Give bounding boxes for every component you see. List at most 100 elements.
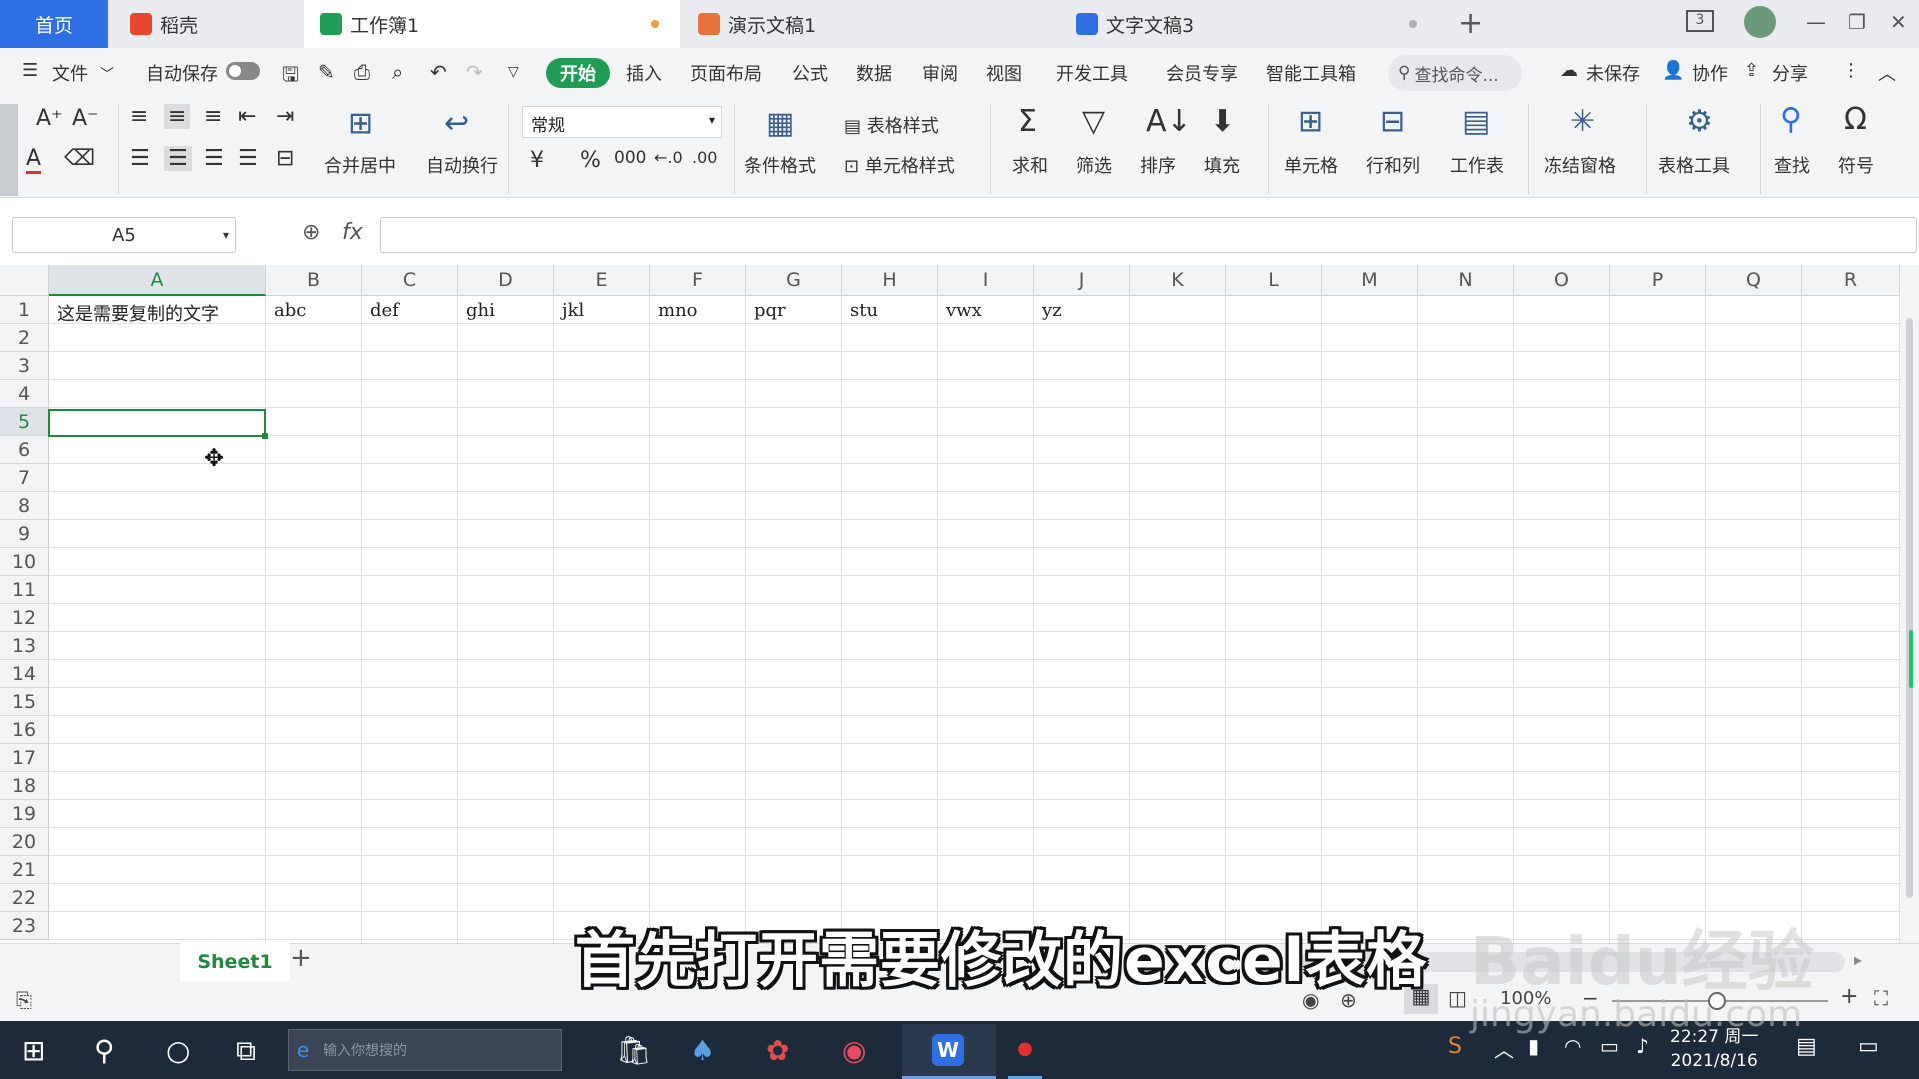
menu-review[interactable]: 审阅: [922, 60, 958, 86]
column-header[interactable]: R: [1802, 265, 1900, 296]
windows-start-icon[interactable]: ⊞: [22, 1034, 45, 1067]
print-icon[interactable]: ⎙: [354, 60, 370, 84]
font-color-icon[interactable]: A: [26, 146, 42, 174]
notepad-icon[interactable]: ▤: [1796, 1034, 1817, 1059]
battery-icon[interactable]: ▭: [1600, 1034, 1619, 1058]
cell[interactable]: stu: [850, 300, 878, 321]
column-header[interactable]: D: [458, 265, 554, 296]
close-icon[interactable]: ✕: [1890, 10, 1907, 34]
increase-decimal-icon[interactable]: ←.0: [654, 148, 683, 167]
fill-button[interactable]: 填充: [1204, 152, 1240, 178]
align-center-icon[interactable]: ☰: [164, 146, 192, 171]
row-header[interactable]: 2: [0, 324, 49, 352]
restore-icon[interactable]: ❐: [1848, 10, 1866, 34]
camera-app-icon[interactable]: ◉: [842, 1034, 866, 1067]
add-sheet-button[interactable]: +: [290, 943, 312, 973]
new-tab-button[interactable]: +: [1458, 6, 1483, 41]
row-header[interactable]: 4: [0, 380, 49, 408]
table-style-button[interactable]: ▤ 表格样式: [844, 112, 939, 138]
sheet-tab-sheet1[interactable]: Sheet1: [180, 943, 290, 981]
column-header[interactable]: J: [1034, 265, 1130, 296]
conditional-format-icon[interactable]: ▦: [766, 106, 794, 141]
font-grow-icon[interactable]: A⁺: [36, 106, 63, 131]
more-icon[interactable]: ⋮: [1842, 60, 1860, 81]
fill-icon[interactable]: ⬇: [1210, 104, 1235, 139]
row-header[interactable]: 9: [0, 520, 49, 548]
align-left-icon[interactable]: ☰: [130, 146, 150, 171]
recorder-icon[interactable]: ●: [1008, 1024, 1042, 1079]
solitaire-icon[interactable]: ♠: [690, 1034, 715, 1067]
menu-file[interactable]: 文件: [52, 60, 88, 86]
function-button[interactable]: fx: [342, 220, 363, 245]
column-header[interactable]: L: [1226, 265, 1322, 296]
spreadsheet-grid[interactable]: [0, 265, 1900, 943]
menu-insert[interactable]: 插入: [626, 60, 662, 86]
row-header[interactable]: 17: [0, 744, 49, 772]
taskbar-search-icon[interactable]: ⚲: [94, 1034, 115, 1067]
table-tools-button[interactable]: 表格工具: [1658, 152, 1730, 178]
row-header[interactable]: 11: [0, 576, 49, 604]
column-header[interactable]: K: [1130, 265, 1226, 296]
vertical-scroll-thumb[interactable]: [1906, 318, 1913, 898]
find-button[interactable]: 查找: [1774, 152, 1810, 178]
menu-data[interactable]: 数据: [856, 60, 892, 86]
row-header[interactable]: 23: [0, 912, 49, 940]
paint-icon[interactable]: ✿: [766, 1034, 789, 1067]
tab-workbook[interactable]: 工作簿1: [304, 0, 680, 48]
cell[interactable]: jkl: [562, 300, 584, 321]
cell[interactable]: ghi: [466, 300, 495, 321]
collapse-ribbon-icon[interactable]: ︿: [1878, 60, 1896, 86]
redo-icon[interactable]: ↷: [466, 60, 483, 84]
avatar[interactable]: [1744, 6, 1776, 38]
sort-button[interactable]: 排序: [1140, 152, 1176, 178]
formula-input[interactable]: [380, 217, 1917, 253]
unsaved-label[interactable]: 未保存: [1586, 60, 1640, 86]
hamburger-icon[interactable]: ☰: [22, 60, 38, 81]
conditional-format-button[interactable]: 条件格式: [744, 152, 816, 178]
ribbon-scroll-left[interactable]: [0, 104, 18, 196]
thousand-button[interactable]: 000: [614, 148, 646, 168]
indent-decrease-icon[interactable]: ⇤: [238, 104, 256, 129]
macro-record-icon[interactable]: ⎘: [16, 988, 32, 1012]
column-header[interactable]: I: [938, 265, 1034, 296]
worksheet-icon[interactable]: ▤: [1462, 104, 1490, 139]
clear-format-icon[interactable]: ⌫: [64, 146, 95, 171]
taskbar-search-input[interactable]: e 输入你想搜的: [288, 1029, 562, 1071]
window-count-icon[interactable]: 3: [1686, 10, 1714, 32]
percent-button[interactable]: %: [580, 148, 601, 173]
sum-button[interactable]: 求和: [1012, 152, 1048, 178]
row-header[interactable]: 10: [0, 548, 49, 576]
tab-start[interactable]: 开始: [546, 58, 610, 88]
command-search[interactable]: ⚲ 查找命令...: [1388, 55, 1522, 91]
share-button[interactable]: 分享: [1772, 60, 1808, 86]
distributed-icon[interactable]: ⊟: [276, 146, 294, 171]
align-right-icon[interactable]: ☰: [204, 146, 224, 171]
print-preview-icon[interactable]: ⌕: [392, 60, 403, 84]
row-header[interactable]: 6: [0, 436, 49, 464]
wifi-icon[interactable]: ◠: [1564, 1034, 1581, 1058]
merge-center-icon[interactable]: ⊞: [348, 106, 373, 141]
menu-view[interactable]: 视图: [986, 60, 1022, 86]
cell[interactable]: yz: [1042, 300, 1062, 321]
column-header[interactable]: B: [266, 265, 362, 296]
merge-center-button[interactable]: 合并居中: [324, 152, 396, 178]
sum-icon[interactable]: Σ: [1018, 104, 1037, 139]
ime-icon[interactable]: S: [1448, 1034, 1462, 1059]
row-header[interactable]: 22: [0, 884, 49, 912]
cell[interactable]: mno: [658, 300, 698, 321]
tab-close-dot-icon[interactable]: [1409, 20, 1417, 28]
volume-icon[interactable]: ♪: [1636, 1034, 1649, 1058]
row-header[interactable]: 8: [0, 492, 49, 520]
cell-icon[interactable]: ⊞: [1298, 104, 1323, 139]
quick-access-dropdown-icon[interactable]: ▽: [508, 64, 519, 80]
notifications-icon[interactable]: ▭: [1858, 1034, 1879, 1059]
column-header[interactable]: F: [650, 265, 746, 296]
filter-icon[interactable]: ▽: [1082, 104, 1105, 139]
cell[interactable]: def: [370, 300, 399, 321]
align-middle-icon[interactable]: ≡: [164, 104, 191, 129]
currency-button[interactable]: ¥: [530, 148, 544, 173]
undo-icon[interactable]: ↶: [430, 60, 447, 84]
scroll-right-icon[interactable]: ▸: [1854, 950, 1862, 969]
wps-taskbar-button[interactable]: W: [902, 1024, 996, 1079]
font-shrink-icon[interactable]: A⁻: [72, 106, 99, 131]
